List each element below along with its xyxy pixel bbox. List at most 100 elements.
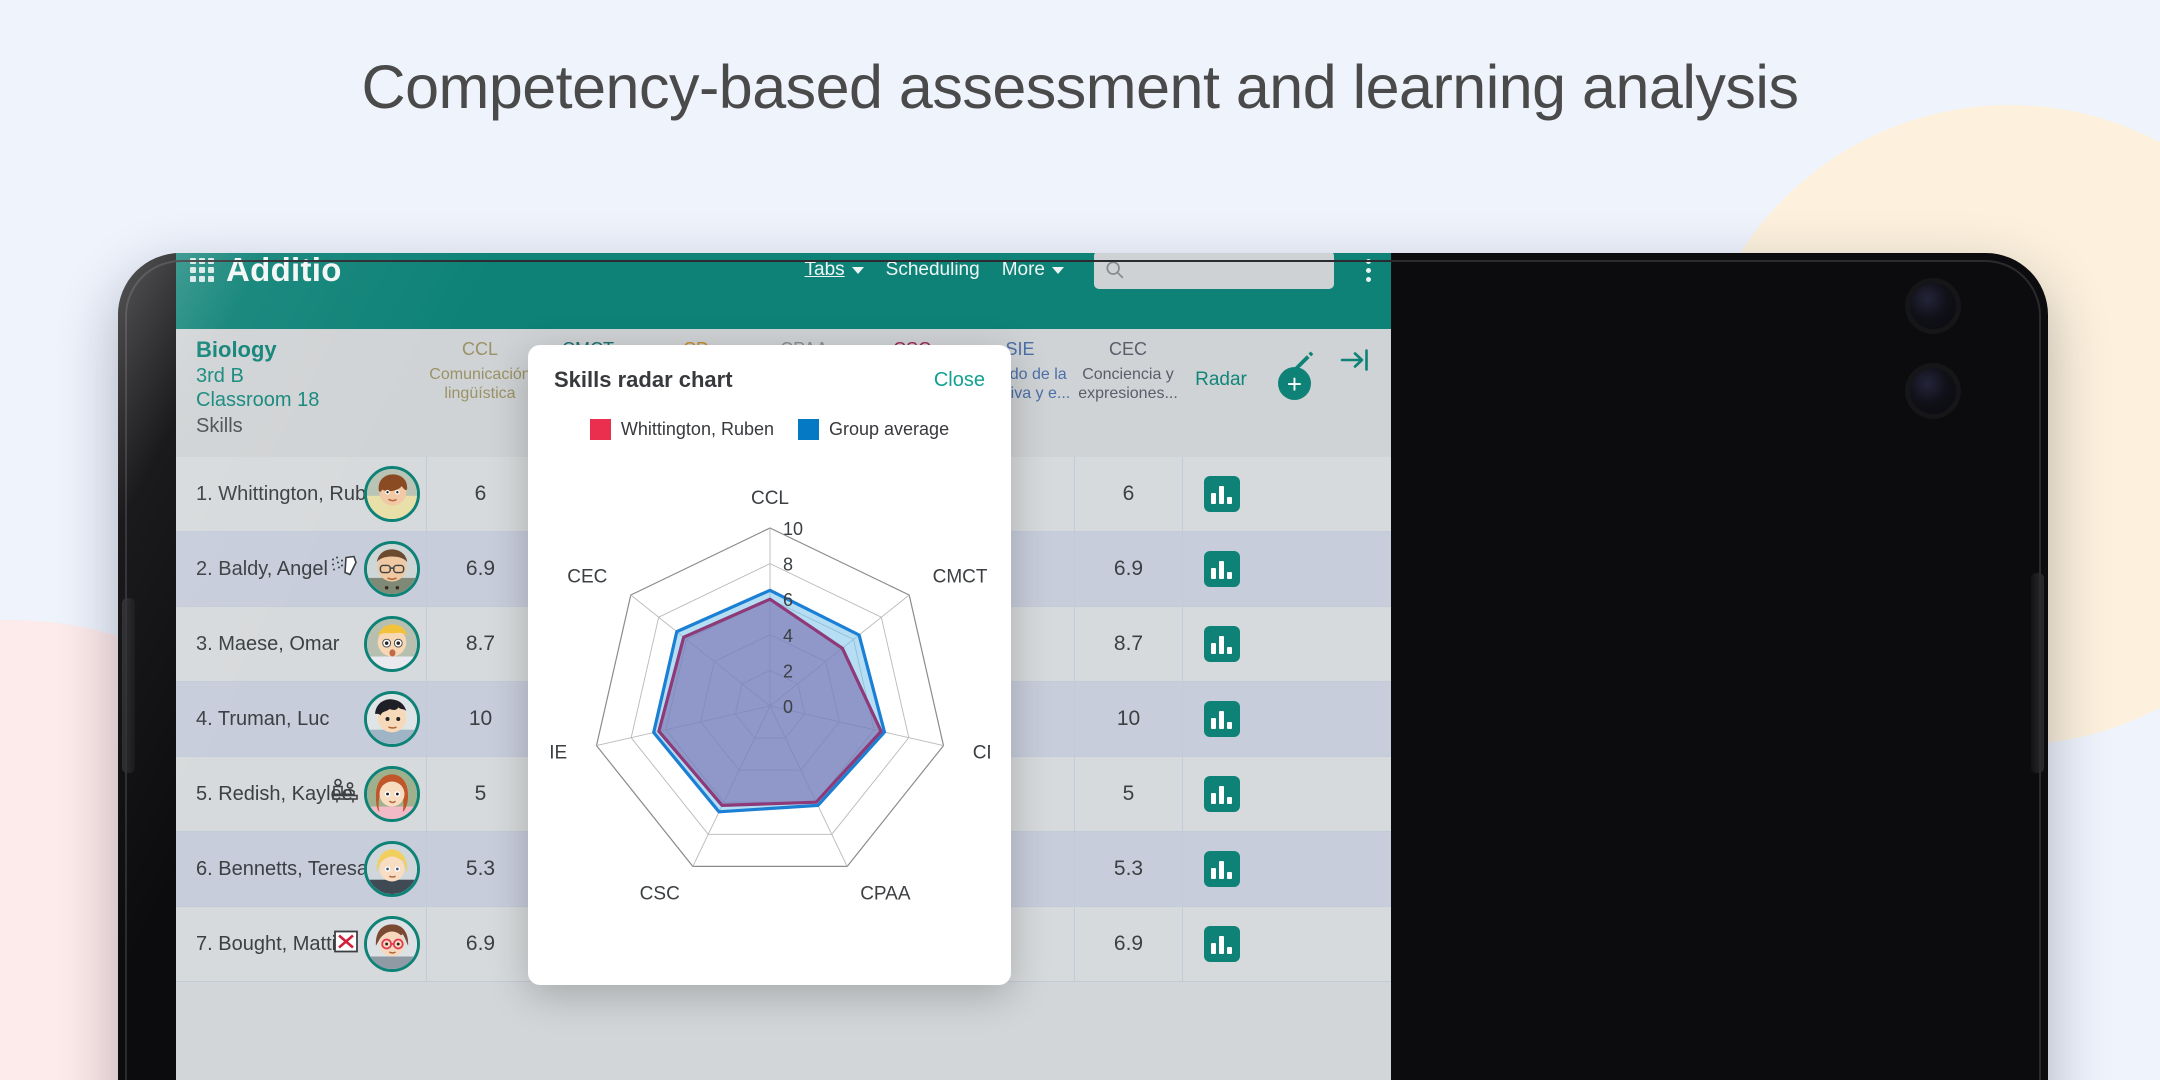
avatar[interactable] <box>364 616 420 672</box>
legend-label-student: Whittington, Ruben <box>620 419 774 439</box>
phone-power-button <box>122 598 135 773</box>
svg-text:0: 0 <box>783 697 793 717</box>
bar-chart-icon[interactable] <box>1203 701 1240 737</box>
avatar[interactable] <box>364 916 420 972</box>
bar-chart-icon[interactable] <box>1203 476 1240 512</box>
score-cell-cec[interactable]: 5 <box>1074 757 1182 831</box>
screenshot-root: Competency-based assessment and learning… <box>0 0 2160 1080</box>
column-abbr: Radar <box>1195 369 1247 390</box>
svg-text:CPAA: CPAA <box>860 883 911 904</box>
score-cell-cec[interactable]: 8.7 <box>1074 607 1182 681</box>
chart-legend: Whittington, Ruben Group average <box>528 419 1011 440</box>
chevron-down-icon <box>1052 266 1064 274</box>
bar-chart-icon[interactable] <box>1203 926 1240 962</box>
score-cell[interactable]: 6.9 <box>426 532 534 606</box>
bar-chart-icon[interactable] <box>1203 551 1240 587</box>
phone-volume-button <box>2031 573 2044 773</box>
student-name: 7. Bought, Mattie <box>196 932 348 955</box>
avatar[interactable] <box>364 766 420 822</box>
svg-text:CMCT: CMCT <box>932 566 987 587</box>
column-desc: Conciencia y expresiones... <box>1078 365 1178 403</box>
legend-item-student[interactable]: Whittington, Ruben <box>589 419 774 440</box>
avatar[interactable] <box>364 691 420 747</box>
radar-cell[interactable] <box>1182 832 1260 906</box>
score-cell[interactable]: 5 <box>426 757 534 831</box>
legend-item-group[interactable]: Group average <box>798 419 949 440</box>
student-name-cell[interactable]: 3. Maese, Omar <box>176 607 426 681</box>
close-button[interactable]: Close <box>934 369 985 392</box>
nav-more-label: More <box>1001 259 1045 280</box>
score-cell[interactable]: 5.3 <box>426 832 534 906</box>
avatar[interactable] <box>364 466 420 522</box>
student-name-cell[interactable]: 4. Truman, Luc <box>176 682 426 756</box>
chevron-down-icon <box>851 266 864 274</box>
apps-grid-icon[interactable] <box>190 258 214 282</box>
column-header-ccl[interactable]: CCL Comunicación lingüística <box>426 339 534 404</box>
legend-label-group: Group average <box>829 419 950 439</box>
add-column-button[interactable]: + <box>1278 367 1311 400</box>
search-icon <box>1106 261 1124 279</box>
course-group: 3rd B <box>196 364 244 387</box>
svg-text:8: 8 <box>783 555 793 575</box>
phone-camera-lens-bottom <box>1910 368 1956 414</box>
nav-tabs-label: Tabs <box>804 259 845 280</box>
kebab-menu-icon[interactable] <box>1362 255 1375 286</box>
nav-more[interactable]: More <box>1002 259 1064 281</box>
score-cell-cec[interactable]: 6.9 <box>1074 532 1182 606</box>
radar-cell[interactable] <box>1182 907 1260 981</box>
phone-camera-lens-top <box>1910 283 1956 329</box>
student-name-cell[interactable]: 5. Redish, Kaylee <box>176 757 426 831</box>
column-abbr: CCL <box>461 339 498 359</box>
student-name-cell[interactable]: 7. Bought, Mattie <box>176 907 426 981</box>
radar-cell[interactable] <box>1182 607 1260 681</box>
no-photo-icon <box>332 929 360 960</box>
svg-text:CSC: CSC <box>639 883 679 904</box>
legend-swatch-student <box>589 419 611 440</box>
modal-title: Skills radar chart <box>554 367 733 392</box>
avatar[interactable] <box>364 541 420 597</box>
svg-text:SIE: SIE <box>550 742 567 763</box>
phone-mockup: Additio Tabs Scheduling More Biology 3rd… <box>118 253 2048 1080</box>
score-cell-cec[interactable]: 6.9 <box>1074 907 1182 981</box>
student-name: 1. Whittington, Ruben <box>196 482 389 505</box>
score-cell[interactable]: 10 <box>426 682 534 756</box>
column-header-cec[interactable]: CEC Conciencia y expresiones... <box>1074 339 1182 404</box>
bar-chart-icon[interactable] <box>1203 626 1240 662</box>
student-name: 2. Baldy, Angel <box>196 557 328 580</box>
student-name-cell[interactable]: 6. Bennetts, Teresa <box>176 832 426 906</box>
column-header-radar[interactable]: Radar <box>1182 339 1260 391</box>
skills-radar-modal: Skills radar chart Close Whittington, Ru… <box>528 345 1011 985</box>
score-cell-cec[interactable]: 10 <box>1074 682 1182 756</box>
search-input[interactable] <box>1094 253 1334 289</box>
score-cell-cec[interactable]: 6 <box>1074 457 1182 531</box>
student-name-cell[interactable]: 1. Whittington, Ruben <box>176 457 426 531</box>
bar-chart-icon[interactable] <box>1203 776 1240 812</box>
course-title: Biology <box>196 337 277 362</box>
student-name: 3. Maese, Omar <box>196 632 340 655</box>
score-cell[interactable]: 6.9 <box>426 907 534 981</box>
radar-cell[interactable] <box>1182 532 1260 606</box>
radar-cell[interactable] <box>1182 682 1260 756</box>
score-cell-cec[interactable]: 5.3 <box>1074 832 1182 906</box>
radar-cell[interactable] <box>1182 757 1260 831</box>
svg-text:2: 2 <box>783 661 793 681</box>
course-room: Classroom 18 <box>196 389 320 412</box>
score-cell[interactable]: 8.7 <box>426 607 534 681</box>
app-bar: Additio Tabs Scheduling More <box>176 253 1391 329</box>
avatar[interactable] <box>364 841 420 897</box>
course-section: Skills <box>196 414 243 437</box>
nav-scheduling-label: Scheduling <box>885 259 980 280</box>
svg-text:10: 10 <box>783 519 803 539</box>
front-desk-icon <box>330 778 360 811</box>
app-brand-title: Additio <box>226 253 342 288</box>
radar-chart-svg: 0 2 4 6 8 10 CCL CMCT CD CPAA CSC SIE CEC <box>550 488 990 904</box>
nav-scheduling[interactable]: Scheduling <box>886 259 980 281</box>
score-cell[interactable]: 6 <box>426 457 534 531</box>
radar-cell[interactable] <box>1182 457 1260 531</box>
app-bar-actions: Tabs Scheduling More <box>805 253 1375 289</box>
phone-screen: Additio Tabs Scheduling More Biology 3rd… <box>176 253 1391 1080</box>
student-name: 4. Truman, Luc <box>196 707 330 730</box>
student-name-cell[interactable]: 2. Baldy, Angel <box>176 532 426 606</box>
bar-chart-icon[interactable] <box>1203 851 1240 887</box>
nav-tabs[interactable]: Tabs <box>805 259 864 281</box>
